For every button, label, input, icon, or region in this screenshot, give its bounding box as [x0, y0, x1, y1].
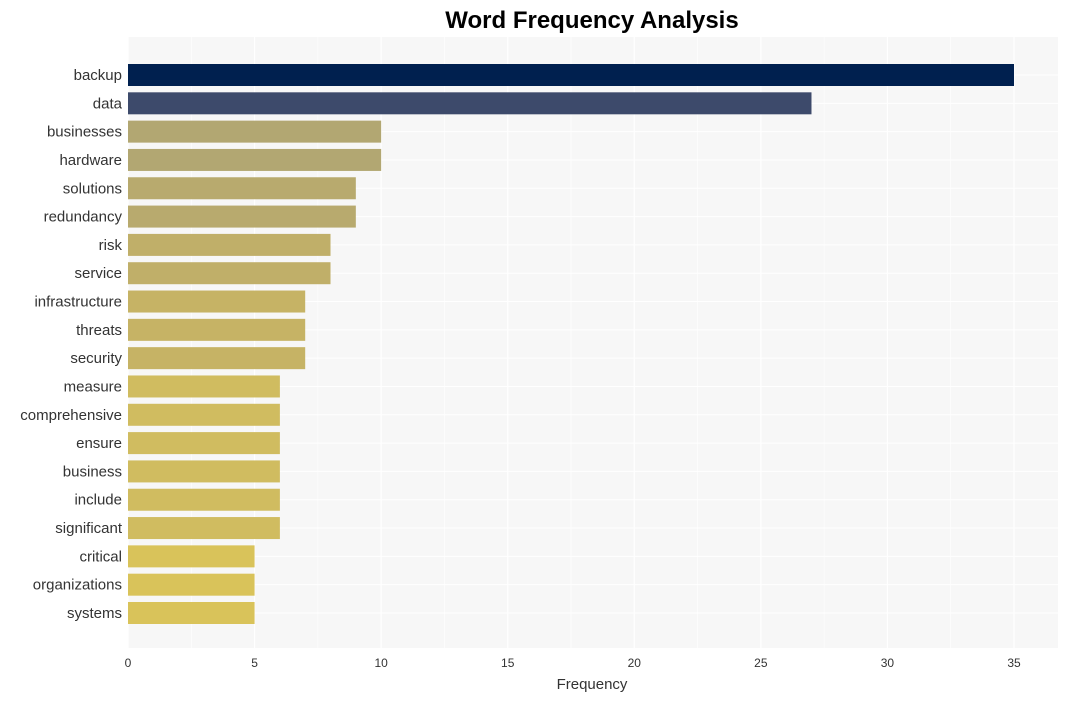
y-tick-label: service	[74, 265, 122, 282]
x-tick-label: 20	[628, 656, 642, 670]
y-tick-label: risk	[99, 237, 123, 254]
x-tick-label: 35	[1007, 656, 1021, 670]
y-tick-label: ensure	[76, 435, 122, 452]
x-axis-label: Frequency	[557, 676, 628, 693]
y-tick-label: hardware	[59, 152, 122, 169]
bar-threats	[128, 318, 306, 341]
bar-business	[128, 460, 280, 483]
y-tick-label: include	[74, 492, 122, 509]
bar-infrastructure	[128, 290, 306, 313]
bar-include	[128, 488, 280, 511]
bar-risk	[128, 233, 331, 256]
x-tick-label: 15	[501, 656, 515, 670]
bar-backup	[128, 64, 1014, 86]
y-tick-label: systems	[67, 605, 122, 622]
bar-data	[128, 92, 812, 115]
y-tick-label: measure	[64, 378, 122, 395]
bar-solutions	[128, 177, 356, 200]
y-axis-labels: backup data businesses hardware solutions red…	[20, 67, 123, 622]
bar-hardware	[128, 148, 382, 171]
bar-systems	[128, 602, 255, 624]
x-tick-label: 10	[374, 656, 388, 670]
y-tick-label: businesses	[47, 124, 122, 141]
x-tick-label: 25	[754, 656, 768, 670]
x-tick-label: 30	[881, 656, 895, 670]
bar-service	[128, 262, 331, 285]
y-tick-label: organizations	[33, 577, 122, 594]
y-tick-label: comprehensive	[20, 407, 122, 424]
bar-significant	[128, 517, 280, 540]
bar-critical	[128, 545, 255, 568]
bar-measure	[128, 375, 280, 398]
x-tick-label: 0	[125, 656, 132, 670]
bar-chart: backup data businesses hardware solutions red…	[20, 7, 1058, 693]
x-tick-label: 5	[251, 656, 258, 670]
y-tick-label: backup	[74, 67, 122, 84]
y-tick-label: business	[63, 463, 122, 480]
y-tick-label: solutions	[63, 180, 122, 197]
y-tick-label: security	[70, 350, 122, 367]
y-tick-label: data	[93, 95, 123, 112]
y-tick-label: infrastructure	[34, 294, 122, 311]
y-tick-label: redundancy	[44, 209, 123, 226]
y-tick-label: significant	[55, 520, 123, 537]
bar-security	[128, 347, 306, 370]
bar-redundancy	[128, 205, 356, 228]
x-axis-ticks: 0 5 10 15 20 25 30 35	[125, 656, 1021, 670]
chart-title: Word Frequency Analysis	[445, 7, 738, 34]
bar-businesses	[128, 120, 382, 143]
bar-ensure	[128, 432, 280, 455]
bar-organizations	[128, 573, 255, 596]
bar-comprehensive	[128, 403, 280, 426]
y-tick-label: threats	[76, 322, 122, 339]
y-tick-label: critical	[79, 548, 122, 565]
